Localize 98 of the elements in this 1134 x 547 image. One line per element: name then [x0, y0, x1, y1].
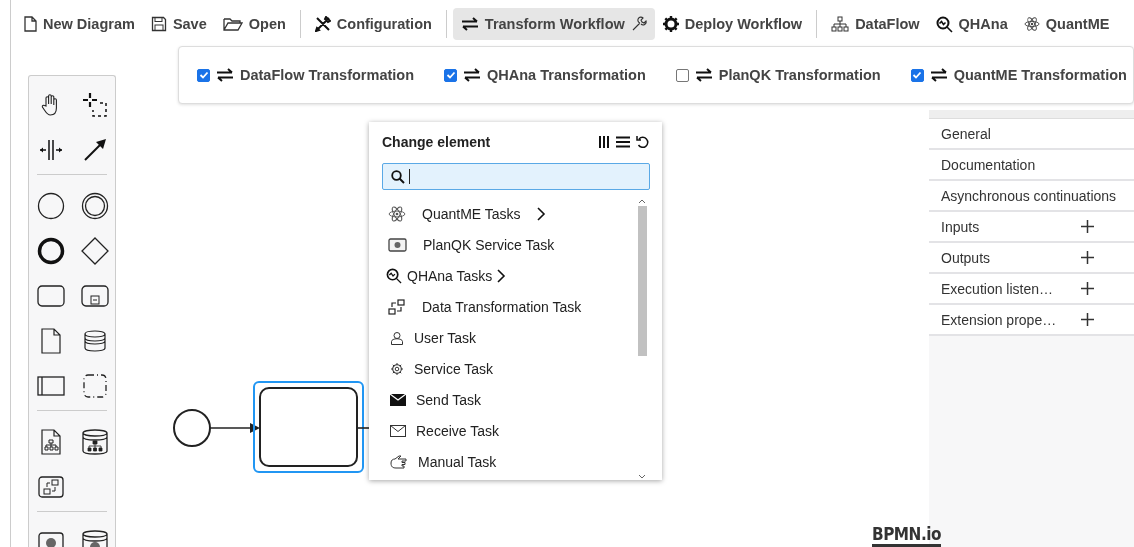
sequence-flow[interactable]	[209, 423, 260, 433]
toolbar-button[interactable]: Save	[142, 8, 215, 40]
user-icon	[390, 330, 404, 345]
property-row[interactable]: Asynchronous continuations	[929, 181, 1134, 212]
document-hierarchy-icon[interactable]	[41, 428, 61, 455]
toolbar-button[interactable]: DataFlow	[823, 8, 928, 40]
transform-icon	[388, 298, 406, 315]
scroll-thumb[interactable]	[637, 206, 647, 356]
add-icon[interactable]	[1081, 282, 1094, 295]
swap-icon	[694, 68, 713, 82]
property-group-header[interactable]: Outputs	[941, 249, 1081, 266]
option-label[interactable]: DataFlow Transformation	[240, 67, 415, 83]
page-icon	[23, 16, 37, 32]
start-event-icon[interactable]	[37, 191, 65, 220]
envelope-icon	[390, 424, 406, 437]
property-group-header[interactable]: Execution listen…	[941, 280, 1081, 297]
menu-title: Change element	[382, 134, 492, 150]
toolbar-button[interactable]: QHAna	[927, 8, 1016, 40]
option-label[interactable]: QHAna Transformation	[487, 67, 646, 83]
text-cursor	[409, 169, 410, 184]
envelope-icon	[390, 393, 406, 406]
checkbox[interactable]	[910, 68, 924, 82]
start-event[interactable]	[173, 409, 211, 447]
add-icon[interactable]	[1081, 220, 1094, 233]
toolbar-button[interactable]: QuantME	[1015, 8, 1118, 40]
property-row[interactable]: Execution listen…	[929, 274, 1134, 305]
property-row[interactable]: Outputs	[929, 243, 1134, 274]
property-group-header[interactable]: Inputs	[941, 218, 1081, 235]
intermediate-event-icon[interactable]	[81, 191, 109, 220]
end-event-icon[interactable]	[37, 236, 65, 265]
hierarchy-icon	[831, 16, 850, 32]
scroll-down-icon[interactable]	[638, 474, 646, 480]
save-icon	[150, 16, 167, 32]
data-store-icon[interactable]	[84, 329, 106, 352]
wrench-icon	[630, 16, 647, 32]
folder-icon	[222, 16, 243, 32]
swap-icon	[460, 17, 479, 31]
service-task-icon[interactable]	[38, 531, 64, 547]
gateway-icon[interactable]	[81, 236, 109, 265]
add-icon[interactable]	[1081, 251, 1094, 264]
checkbox[interactable]	[675, 68, 689, 82]
toolbar-button[interactable]: Configuration	[306, 8, 440, 40]
checkbox[interactable]	[444, 68, 458, 82]
property-group-header[interactable]: General	[941, 125, 1081, 142]
columns-icon[interactable]	[598, 136, 610, 148]
option-label[interactable]: PlanQK Transformation	[718, 67, 881, 83]
property-row[interactable]: Documentation	[929, 150, 1134, 181]
task[interactable]	[259, 387, 358, 467]
property-group-header[interactable]: Extension prope…	[941, 311, 1081, 328]
menu-item[interactable]: PlanQK Service Task	[382, 229, 637, 260]
menu-item[interactable]: Service Task	[382, 353, 637, 384]
database-hierarchy-icon[interactable]	[82, 428, 108, 455]
menu-item[interactable]: User Task	[382, 322, 637, 353]
task-icon[interactable]	[37, 284, 65, 307]
transform-task-icon[interactable]	[38, 475, 64, 498]
search-icon	[391, 169, 405, 184]
hand-icon	[390, 454, 408, 469]
add-icon[interactable]	[1081, 313, 1094, 326]
atom-icon	[388, 204, 406, 223]
menu-item[interactable]: QHAna Tasks	[382, 260, 637, 291]
scrollbar[interactable]	[637, 198, 647, 480]
gear-icon	[390, 361, 404, 376]
toolbar-button[interactable]: New Diagram	[15, 8, 143, 40]
option-label[interactable]: QuantME Transformation	[953, 67, 1127, 83]
property-group-header[interactable]: Documentation	[941, 156, 1081, 173]
menu-item[interactable]: Receive Task	[382, 415, 637, 446]
magnifier-chart-icon	[935, 15, 953, 33]
gear-icon	[662, 16, 679, 32]
group-icon[interactable]	[83, 373, 107, 398]
menu-item[interactable]: Manual Task	[382, 446, 637, 477]
menu-item[interactable]: QuantME Tasks	[382, 198, 637, 229]
property-group-header[interactable]: Asynchronous continuations	[941, 187, 1117, 204]
data-object-icon[interactable]	[41, 327, 61, 354]
swap-icon	[463, 68, 482, 82]
toolbar-button[interactable]: Open	[214, 8, 294, 40]
space-tool-icon[interactable]	[39, 137, 63, 162]
swap-icon	[929, 68, 948, 82]
pool-icon[interactable]	[37, 375, 65, 396]
menu-item[interactable]: Send Task	[382, 384, 637, 415]
undo-icon[interactable]	[636, 135, 650, 149]
lasso-tool-icon[interactable]	[82, 91, 108, 118]
scroll-up-icon[interactable]	[638, 198, 646, 204]
list-icon[interactable]	[616, 136, 630, 148]
service-task-icon	[388, 237, 407, 252]
tools-icon	[314, 16, 331, 32]
property-row[interactable]: General	[929, 119, 1134, 150]
checkbox[interactable]	[197, 68, 210, 82]
menu-item[interactable]: Data Transformation Task	[382, 291, 637, 322]
magnifier-chart-icon	[386, 267, 402, 284]
property-row[interactable]: Inputs	[929, 212, 1134, 243]
atom-icon	[1023, 16, 1040, 32]
swap-icon	[216, 68, 234, 82]
search-field[interactable]	[382, 163, 650, 190]
toolbar-button[interactable]: Transform Workflow	[452, 8, 655, 40]
toolbar-button[interactable]: Deploy Workflow	[654, 8, 811, 40]
connect-tool-icon[interactable]	[83, 137, 107, 162]
property-row[interactable]: Extension prope…	[929, 305, 1134, 336]
subprocess-icon[interactable]	[81, 284, 109, 307]
